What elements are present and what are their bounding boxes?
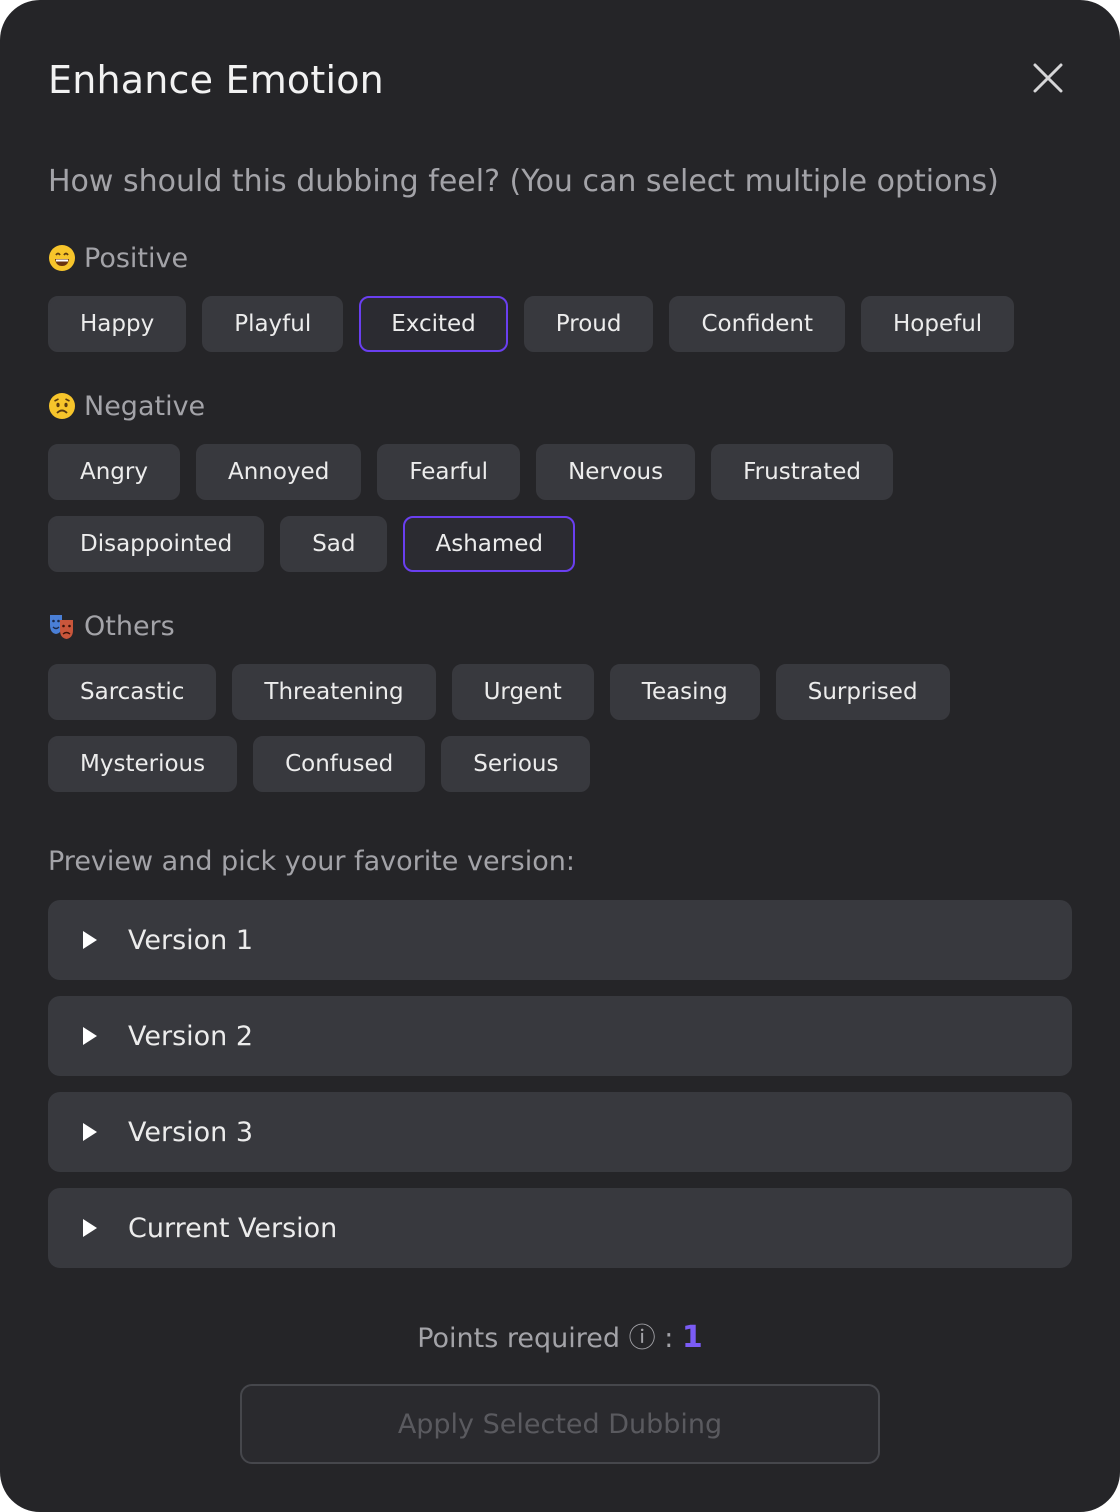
others-options-row-1: Sarcastic Threatening Urgent Teasing Sur… bbox=[48, 664, 950, 720]
play-icon[interactable] bbox=[80, 930, 100, 950]
enhance-emotion-dialog: Enhance Emotion How should this dubbing … bbox=[0, 0, 1120, 1512]
negative-group-label: Negative bbox=[48, 388, 205, 424]
positive-options: Happy Playful Excited Proud Confident Ho… bbox=[48, 296, 1015, 352]
grinning-face-emoji-icon bbox=[49, 245, 75, 271]
others-group-label: Others bbox=[48, 608, 175, 644]
current-version-row[interactable]: Current Version bbox=[48, 1188, 1072, 1268]
theater-masks-emoji-icon bbox=[50, 615, 73, 639]
chip-excited[interactable]: Excited bbox=[359, 296, 508, 352]
points-required: Points required ⓘ : 1 bbox=[0, 1318, 1120, 1359]
chip-disappointed[interactable]: Disappointed bbox=[48, 516, 265, 572]
version-1-row[interactable]: Version 1 bbox=[48, 900, 1072, 980]
preview-label: Preview and pick your favorite version: bbox=[48, 846, 575, 877]
chip-mysterious[interactable]: Mysterious bbox=[48, 736, 238, 792]
play-icon[interactable] bbox=[80, 1218, 100, 1238]
worried-face-emoji-icon bbox=[49, 393, 75, 419]
chip-angry[interactable]: Angry bbox=[48, 444, 180, 500]
chip-hopeful[interactable]: Hopeful bbox=[861, 296, 1015, 352]
question-text: How should this dubbing feel? (You can s… bbox=[48, 164, 999, 199]
chip-sarcastic[interactable]: Sarcastic bbox=[48, 664, 217, 720]
chip-annoyed[interactable]: Annoyed bbox=[195, 444, 362, 500]
chip-playful[interactable]: Playful bbox=[202, 296, 344, 352]
negative-options-row-2: Disappointed Sad Ashamed bbox=[48, 516, 576, 572]
chip-serious[interactable]: Serious bbox=[441, 736, 591, 792]
chip-sad[interactable]: Sad bbox=[280, 516, 388, 572]
positive-label-text: Positive bbox=[84, 242, 189, 274]
play-icon[interactable] bbox=[80, 1122, 100, 1142]
version-2-row[interactable]: Version 2 bbox=[48, 996, 1072, 1076]
version-3-row[interactable]: Version 3 bbox=[48, 1092, 1072, 1172]
chip-happy[interactable]: Happy bbox=[48, 296, 187, 352]
chip-proud[interactable]: Proud bbox=[523, 296, 654, 352]
close-button[interactable] bbox=[1024, 56, 1072, 100]
chip-confident[interactable]: Confident bbox=[669, 296, 845, 352]
negative-options-row-1: Angry Annoyed Fearful Nervous Frustrated bbox=[48, 444, 894, 500]
negative-label-text: Negative bbox=[84, 390, 206, 422]
play-icon[interactable] bbox=[80, 1026, 100, 1046]
chip-threatening[interactable]: Threatening bbox=[232, 664, 436, 720]
positive-group-label: Positive bbox=[48, 240, 188, 276]
version-label: Version 2 bbox=[128, 1020, 254, 1052]
chip-urgent[interactable]: Urgent bbox=[451, 664, 594, 720]
chip-surprised[interactable]: Surprised bbox=[775, 664, 950, 720]
version-label: Version 3 bbox=[128, 1116, 254, 1148]
chip-nervous[interactable]: Nervous bbox=[536, 444, 696, 500]
chip-confused[interactable]: Confused bbox=[253, 736, 426, 792]
dialog-title: Enhance Emotion bbox=[48, 58, 384, 102]
version-label: Current Version bbox=[128, 1212, 338, 1244]
points-label: Points required ⓘ : bbox=[417, 1323, 682, 1354]
chip-teasing[interactable]: Teasing bbox=[609, 664, 760, 720]
chip-ashamed[interactable]: Ashamed bbox=[403, 516, 576, 572]
others-options-row-2: Mysterious Confused Serious bbox=[48, 736, 591, 792]
chip-frustrated[interactable]: Frustrated bbox=[711, 444, 894, 500]
others-label-text: Others bbox=[84, 610, 175, 642]
apply-selected-dubbing-button[interactable]: Apply Selected Dubbing bbox=[240, 1384, 880, 1464]
close-icon bbox=[1033, 63, 1063, 93]
points-value: 1 bbox=[681, 1320, 703, 1355]
version-label: Version 1 bbox=[128, 924, 254, 956]
chip-fearful[interactable]: Fearful bbox=[377, 444, 521, 500]
